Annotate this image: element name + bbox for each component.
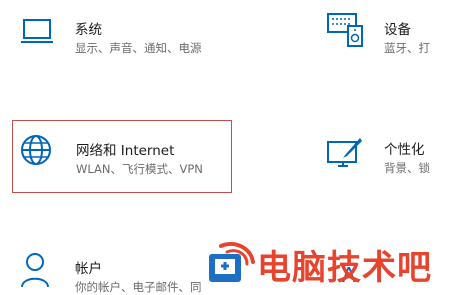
globe-icon (19, 133, 53, 171)
devices-icon (326, 12, 366, 52)
tile-network[interactable]: 网络和 Internet WLAN、飞行模式、VPN (12, 120, 232, 193)
tile-network-title: 网络和 Internet (76, 143, 175, 159)
watermark-logo-icon (207, 242, 257, 290)
laptop-icon (20, 18, 54, 50)
watermark: 电脑技术吧 (205, 234, 450, 289)
watermark-text: 电脑技术吧 (257, 248, 432, 288)
person-icon (20, 252, 50, 292)
tile-personalization-title: 个性化 (384, 142, 425, 158)
tile-personalization[interactable]: 个性化 背景、锁 (318, 120, 450, 200)
tile-devices[interactable]: 设备 蓝牙、打 (318, 0, 450, 80)
tile-accounts-title: 帐户 (75, 261, 102, 277)
tile-network-desc: WLAN、飞行模式、VPN (76, 162, 203, 176)
tile-accounts-desc: 你的帐户、电子邮件、同 (75, 280, 202, 294)
tile-personalization-desc: 背景、锁 (384, 161, 430, 175)
tile-accounts[interactable]: 帐户 你的帐户、电子邮件、同 (0, 240, 230, 294)
tile-system-desc: 显示、声音、通知、电源 (75, 41, 202, 55)
tile-devices-title: 设备 (384, 22, 411, 38)
tile-devices-desc: 蓝牙、打 (384, 41, 430, 55)
tile-system[interactable]: 系统 显示、声音、通知、电源 (0, 0, 230, 80)
tile-system-title: 系统 (75, 22, 102, 38)
personalization-icon (326, 136, 364, 174)
